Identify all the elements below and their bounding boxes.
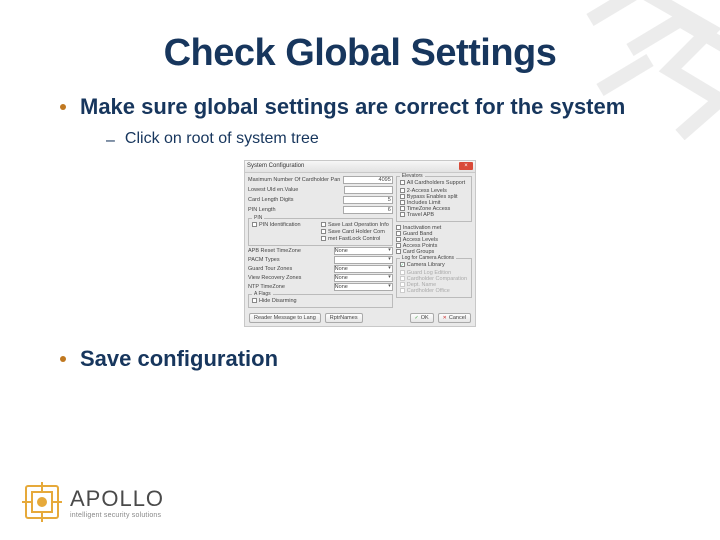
checkbox-icon [252,298,257,303]
dropdown-row: NTP TimeZoneNone [248,283,393,291]
dropdown-row: View Recovery ZonesNone [248,274,393,282]
checkbox-row[interactable]: Save Card Holder Com [321,229,389,235]
field-row: Maximum Number Of Cardholder Panel 4095 [248,176,393,185]
checkbox-icon [400,194,405,199]
reader-msg-button[interactable]: Reader Message to Lang [249,313,321,323]
logo-tagline: intelligent security solutions [70,512,164,519]
cancel-button[interactable]: Cancel [438,313,471,323]
bullet-text: Save configuration [80,345,278,374]
sub-bullet-text: Click on root of system tree [125,130,319,152]
dialog-title: System Configuration [247,163,304,169]
dropdown-row: Guard Tour ZonesNone [248,265,393,273]
field-label: PIN Length [248,207,340,213]
checkbox-icon [321,236,326,241]
checkbox-icon [400,200,405,205]
bullet-dot-icon [60,104,66,110]
checkbox-icon [400,188,405,193]
config-dialog-screenshot: System Configuration × Maximum Number Of… [244,160,476,327]
group-legend: PIN [252,215,264,221]
dropdown[interactable]: None [334,283,393,291]
checkbox-row[interactable]: Hide Disarming [252,298,389,304]
checkbox-row[interactable]: Travel APB [400,212,468,218]
checkbox-row[interactable]: met FastLock Control [321,236,389,242]
group-legend: A Flags [252,291,273,297]
bullet-text: Make sure global settings are correct fo… [80,93,625,122]
pin-group: PIN PIN Identification Save Last Operati… [248,218,393,246]
checkbox-row[interactable]: Cardholder Office [400,288,468,294]
apollo-logo-icon [22,482,62,522]
checkbox-icon [396,243,401,248]
checkbox-icon [400,270,405,275]
field-input[interactable]: 4095 [343,176,393,184]
checkbox-icon [252,222,257,227]
checkbox-icon [396,231,401,236]
sub-bullet-item: – Click on root of system tree [106,130,660,152]
checkbox-icon [396,225,401,230]
checkbox-icon [396,237,401,242]
group-legend: Log for Camera Actions [400,255,456,261]
field-input[interactable]: 6 [343,206,393,214]
checkbox-icon [400,180,405,185]
bullet-dot-icon [60,356,66,362]
log-config-group: Log for Camera Actions ✓Camera Library G… [396,258,472,298]
logo-name: APOLLO [70,486,164,512]
checkbox-icon [321,222,326,227]
checkbox-icon [321,229,326,234]
checkbox-icon [400,276,405,281]
checkbox-icon [400,282,405,287]
field-row: Lowest UId en.Value [248,186,393,195]
dropdown[interactable] [334,256,393,264]
checkbox-icon [400,288,405,293]
close-icon[interactable]: × [459,162,473,170]
dropdown-row: PACM Types [248,256,393,264]
checkbox-icon [400,206,405,211]
checkbox-row[interactable]: PIN Identification [252,222,317,228]
checkbox-icon [400,212,405,217]
dropdown[interactable]: None [334,265,393,273]
brand-logo: APOLLO intelligent security solutions [22,482,164,522]
dropdown-row: APB Reset TimeZoneNone [248,247,393,255]
group-legend: Elevators [400,173,425,179]
field-label: Card Length Digits [248,197,340,203]
rptr-button[interactable]: RptrNames [325,313,363,323]
bullet-item: Save configuration [60,345,660,374]
elevators-group: Elevators All Cardholders Support 2-Acce… [396,176,472,222]
dropdown[interactable]: None [334,274,393,282]
field-label: Lowest UId en.Value [248,187,341,193]
field-label: Maximum Number Of Cardholder Panel [248,177,340,183]
field-input[interactable]: 5 [343,196,393,204]
ok-button[interactable]: OK [410,313,434,323]
checkbox-row[interactable]: Save Last Operation Info [321,222,389,228]
field-row: Card Length Digits 5 [248,196,393,205]
checkbox-icon [396,249,401,254]
slide-title: Check Global Settings [60,32,660,75]
dropdown[interactable]: None [334,247,393,255]
field-row: PIN Length 6 [248,206,393,215]
flags-group: A Flags Hide Disarming [248,294,393,308]
checkbox-icon: ✓ [400,262,405,267]
field-input[interactable] [344,186,393,194]
bullet-item: Make sure global settings are correct fo… [60,93,660,122]
checkbox-row[interactable]: All Cardholders Support [400,180,468,186]
dialog-titlebar: System Configuration × [245,161,475,173]
dash-icon: – [106,130,115,152]
